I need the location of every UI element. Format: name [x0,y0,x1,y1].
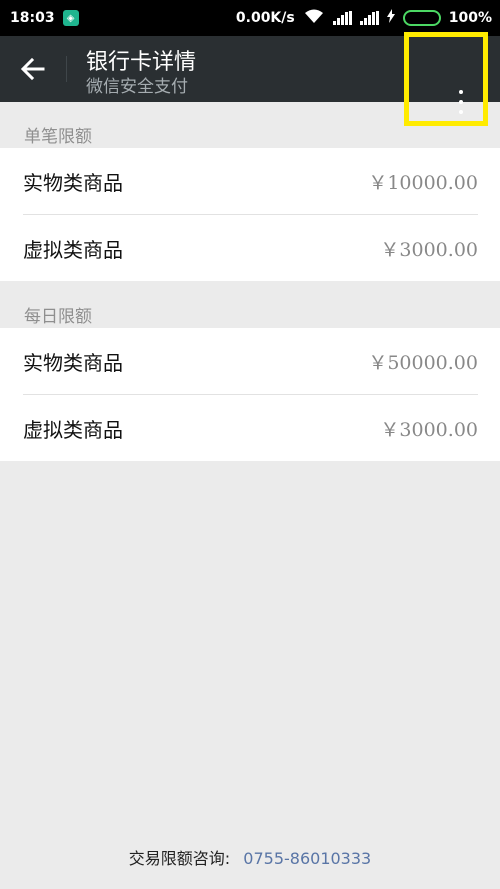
status-left: 18:03 ◈ [10,10,79,26]
charging-icon [386,9,395,27]
back-arrow-icon[interactable] [18,54,48,84]
app-bar-divider [66,56,67,82]
list-item[interactable]: 虚拟类商品 ￥3000.00 [0,395,500,461]
wifi-icon [303,8,325,28]
footer: 交易限额咨询: 0755-86010333 [0,845,500,869]
section-header-single-limit: 单笔限额 [24,127,92,147]
row-value: ￥3000.00 [380,238,478,261]
row-value: ￥50000.00 [368,351,478,374]
footer-label: 交易限额咨询: [128,849,231,868]
signal-strength-2-icon [359,11,379,25]
row-label: 实物类商品 [23,170,123,195]
row-value: ￥3000.00 [380,418,478,441]
security-shield-icon: ◈ [62,10,79,26]
signal-strength-icon [332,11,352,25]
status-time: 18:03 [10,10,55,26]
list-item[interactable]: 实物类商品 ￥10000.00 [0,148,500,214]
row-label: 虚拟类商品 [23,417,123,442]
single-limit-group: 实物类商品 ￥10000.00 虚拟类商品 ￥3000.00 [0,148,500,281]
row-label: 虚拟类商品 [23,237,123,262]
daily-limit-group: 实物类商品 ￥50000.00 虚拟类商品 ￥3000.00 [0,328,500,461]
battery-percent: 100% [448,10,492,26]
page-subtitle: 微信安全支付 [86,77,188,97]
list-item[interactable]: 实物类商品 ￥50000.00 [0,328,500,394]
list-item[interactable]: 虚拟类商品 ￥3000.00 [0,215,500,281]
battery-icon [402,10,441,26]
status-right: 0.00K/s 100% [236,8,492,28]
status-bar: 18:03 ◈ 0.00K/s 100% [0,0,500,36]
network-speed: 0.00K/s [235,10,295,26]
highlight-box [404,32,488,126]
phone-link[interactable]: 0755-86010333 [243,849,371,868]
section-header-daily-limit: 每日限额 [24,307,92,327]
row-value: ￥10000.00 [368,171,478,194]
row-label: 实物类商品 [23,350,123,375]
